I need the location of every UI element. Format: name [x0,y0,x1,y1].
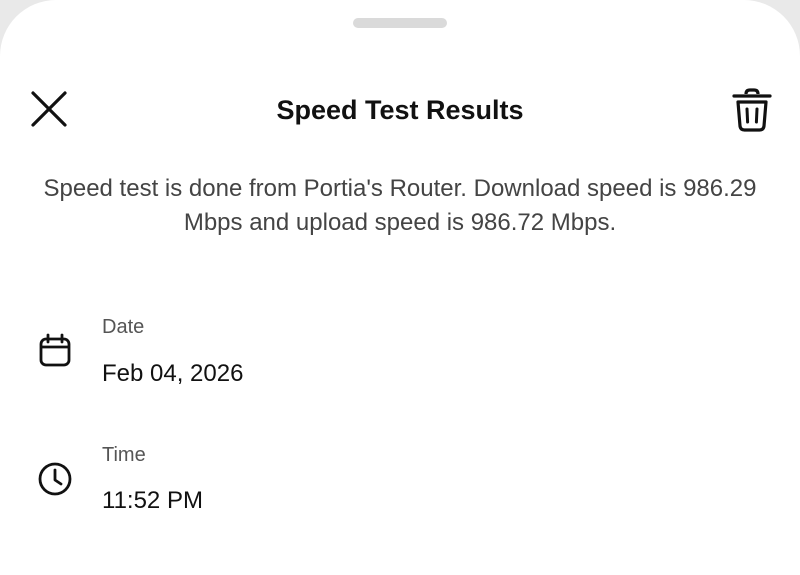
date-label: Date [102,316,145,338]
close-button[interactable] [24,84,74,134]
calendar-icon [39,333,71,367]
clock-icon-wrap [32,456,78,502]
time-value: 11:52 PM [102,487,203,514]
speed-test-summary: Speed test is done from Portia's Router.… [43,175,757,236]
calendar-icon-wrap [32,328,78,374]
speed-test-results-sheet: Speed Test Results Speed test is done fr… [0,0,800,575]
date-value: Feb 04, 2026 [102,360,244,387]
close-icon [31,91,67,127]
page-title: Speed Test Results [276,95,524,125]
trash-icon [732,88,772,132]
clock-icon [38,462,72,496]
drag-handle[interactable] [353,18,447,28]
delete-button[interactable] [724,84,780,136]
time-label: Time [102,444,146,466]
